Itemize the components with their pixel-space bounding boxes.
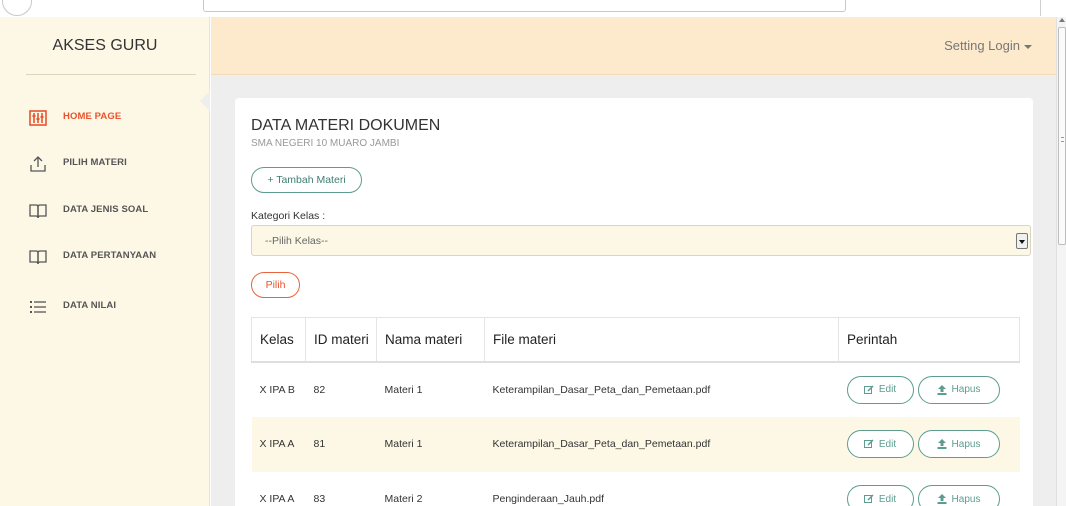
table-row: X IPA A 81 Materi 1 Keterampilan_Dasar_P…: [251, 416, 1020, 472]
delete-button[interactable]: Hapus: [917, 485, 1000, 506]
upload-icon: [937, 494, 947, 504]
divider: [1040, 0, 1041, 16]
column-header: File materi: [484, 317, 839, 363]
cell-kelas: X IPA B: [251, 361, 306, 417]
address-bar[interactable]: [203, 0, 846, 12]
browser-button[interactable]: [2, 0, 32, 16]
edit-button[interactable]: Edit: [846, 430, 914, 458]
cell-nama: Materi 2: [376, 471, 485, 506]
edit-icon: [863, 384, 874, 394]
class-select[interactable]: --Pilih Kelas--: [251, 225, 1031, 256]
book-icon: [27, 201, 49, 221]
upload-icon: [937, 439, 947, 449]
table-row: X IPA A 83 Materi 2 Penginderaan_Jauh.pd…: [251, 471, 1020, 506]
cell-kelas: X IPA A: [251, 416, 306, 472]
edit-label: Edit: [878, 384, 897, 395]
book-icon: [27, 247, 49, 267]
cell-id: 83: [305, 471, 377, 506]
sidebar-item-label: PILIH MATERI: [63, 157, 127, 168]
scrollbar-thumb[interactable]: [1058, 27, 1066, 245]
top-header: Setting Login: [211, 17, 1056, 75]
cell-id: 82: [305, 361, 377, 417]
divider: [26, 74, 196, 75]
cell-kelas: X IPA A: [251, 471, 306, 506]
setting-login-dropdown[interactable]: Setting Login: [944, 38, 1032, 53]
cell-id: 81: [305, 416, 377, 472]
cell-nama: Materi 1: [376, 416, 485, 472]
column-header: Perintah: [838, 317, 1020, 363]
materials-table: Kelas ID materi Nama materi File materi …: [251, 317, 1020, 506]
column-header: Nama materi: [376, 317, 485, 363]
scroll-up-icon[interactable]: [1059, 18, 1065, 22]
cell-file: Keterampilan_Dasar_Peta_dan_Pemetaan.pdf: [484, 361, 839, 417]
table-row: X IPA B 82 Materi 1 Keterampilan_Dasar_P…: [251, 361, 1020, 417]
cell-nama: Materi 1: [376, 361, 485, 417]
grip-icon: [1061, 137, 1064, 142]
pilih-button[interactable]: Pilih: [251, 272, 300, 298]
active-pointer: [200, 91, 210, 111]
delete-button[interactable]: Hapus: [917, 430, 1000, 458]
page-title: DATA MATERI DOKUMEN: [251, 117, 441, 134]
dropdown-arrow-icon[interactable]: [1016, 233, 1028, 249]
sidebar-item-home-page[interactable]: HOME PAGE: [0, 106, 210, 130]
cell-file: Keterampilan_Dasar_Peta_dan_Pemetaan.pdf: [484, 416, 839, 472]
cell-actions: Edit Hapus: [838, 416, 1020, 472]
content-panel: DATA MATERI DOKUMEN SMA NEGERI 10 MUARO …: [235, 98, 1033, 506]
hapus-label: Hapus: [951, 384, 981, 395]
column-header: ID materi: [305, 317, 377, 363]
hapus-label: Hapus: [951, 493, 981, 505]
vertical-scrollbar[interactable]: [1056, 17, 1066, 506]
column-header: Kelas: [251, 317, 306, 363]
edit-icon: [863, 439, 874, 448]
kategori-kelas-label: Kategori Kelas :: [251, 210, 326, 222]
class-select-value: --Pilih Kelas--: [265, 235, 329, 247]
table-header-row: Kelas ID materi Nama materi File materi …: [251, 317, 1020, 363]
cell-file: Penginderaan_Jauh.pdf: [484, 471, 839, 506]
cell-actions: Edit Hapus: [838, 471, 1020, 506]
sidebar-item-data-pertanyaan[interactable]: DATA PERTANYAAN: [0, 245, 210, 269]
sidebar-item-label: DATA NILAI: [63, 300, 117, 311]
brand-title: AKSES GURU: [52, 37, 158, 54]
setting-login-label: Setting Login: [944, 38, 1020, 53]
main-content: DATA MATERI DOKUMEN SMA NEGERI 10 MUARO …: [200, 75, 1056, 506]
sidebar-item-data-jenis-soal[interactable]: DATA JENIS SOAL: [0, 199, 210, 223]
cell-actions: Edit Hapus: [838, 361, 1020, 417]
hapus-label: Hapus: [951, 438, 981, 450]
sidebar-item-label: DATA PERTANYAAN: [63, 250, 157, 261]
browser-top-strip: [0, 0, 1066, 17]
edit-icon: [863, 494, 874, 503]
caret-down-icon: [1024, 44, 1032, 49]
list-icon: [27, 297, 49, 317]
sidebar-item-label: DATA JENIS SOAL: [63, 204, 149, 215]
sidebar-item-label: HOME PAGE: [63, 111, 122, 122]
page-subtitle: SMA NEGERI 10 MUARO JAMBI: [251, 138, 400, 149]
add-material-button[interactable]: + Tambah Materi: [251, 167, 362, 193]
sidebar-item-data-nilai[interactable]: DATA NILAI: [0, 295, 210, 319]
upload-icon: [937, 384, 947, 395]
sidebar-item-pilih-materi[interactable]: PILIH MATERI: [0, 152, 210, 176]
edit-label: Edit: [878, 438, 897, 450]
edit-label: Edit: [878, 493, 897, 505]
sidebar: AKSES GURU HOME PAGE PILIH MATERI DATA J…: [0, 17, 210, 506]
delete-button[interactable]: Hapus: [917, 375, 1000, 404]
home-grid-icon: [27, 108, 49, 128]
edit-button[interactable]: Edit: [846, 375, 914, 404]
upload-icon: [27, 154, 49, 174]
edit-button[interactable]: Edit: [846, 485, 914, 506]
